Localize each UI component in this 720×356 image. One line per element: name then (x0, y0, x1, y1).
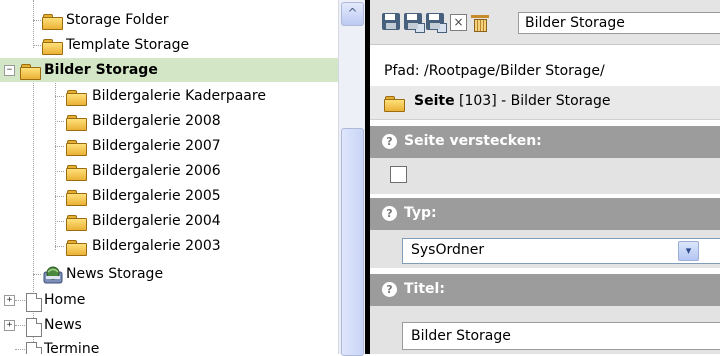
tree-item-label: Home (44, 292, 86, 308)
type-select[interactable]: SysOrdner ▾ (402, 238, 720, 264)
expand-toggle-icon[interactable]: + (4, 320, 15, 331)
tree-connector (55, 196, 64, 197)
folder-icon (66, 190, 87, 206)
section-label: Titel: (404, 281, 445, 297)
tree-connector (55, 96, 64, 97)
tree-connector (55, 221, 64, 222)
tree-item-label: Bildergalerie 2008 (92, 113, 221, 129)
tree-item-label: Bilder Storage (44, 62, 158, 78)
tree-item-bildergalerie-2003[interactable]: Bildergalerie 2003 (0, 234, 338, 258)
tree-item-label: Bildergalerie 2003 (92, 238, 221, 254)
tree-connector (33, 45, 41, 46)
section-title: ? Titel: (370, 274, 720, 306)
tree-connector (33, 274, 41, 275)
close-icon[interactable]: × (450, 14, 467, 31)
scroll-up-button[interactable]: ^ (341, 2, 364, 26)
tree-item-label: Bildergalerie 2005 (92, 188, 221, 204)
folder-icon (66, 240, 87, 256)
news-storage-icon (43, 266, 63, 284)
tree-item-label: Bildergalerie 2007 (92, 138, 221, 154)
folder-icon (20, 64, 41, 80)
title-input-value: Bilder Storage (411, 328, 511, 344)
scroll-thumb[interactable] (341, 128, 364, 356)
tree-item-storage-folder[interactable]: Storage Folder (0, 8, 338, 32)
tree-item-bildergalerie-2008[interactable]: Bildergalerie 2008 (0, 109, 338, 133)
tree-connector (55, 246, 64, 247)
section-hide-body (370, 158, 720, 194)
record-header: Seite [103] - Bilder Storage (370, 86, 720, 120)
help-icon[interactable]: ? (382, 282, 397, 297)
section-type: ? Typ: (370, 198, 720, 230)
save-and-view-icon[interactable] (404, 13, 425, 33)
tree-connector (33, 20, 41, 21)
section-title-body: Bilder Storage (370, 306, 720, 354)
save-and-close-icon[interactable] (426, 13, 447, 33)
tree-item-label: News (44, 317, 82, 333)
tree-item-news[interactable]: + News (0, 313, 338, 337)
tree-item-home[interactable]: + Home (0, 288, 338, 312)
tree-connector (55, 146, 64, 147)
tree-connector (15, 325, 25, 326)
tree-item-bildergalerie-kaderpaare[interactable]: Bildergalerie Kaderpaare (0, 84, 338, 108)
tree-connector (15, 349, 25, 350)
folder-icon (66, 90, 87, 106)
tree-item-bildergalerie-2005[interactable]: Bildergalerie 2005 (0, 184, 338, 208)
collapse-toggle-icon[interactable]: − (4, 65, 15, 76)
tree-item-bildergalerie-2006[interactable]: Bildergalerie 2006 (0, 159, 338, 183)
tree-item-label: News Storage (66, 266, 164, 282)
record-title: Seite [103] - Bilder Storage (414, 93, 611, 109)
tree-item-label: Bildergalerie 2004 (92, 213, 221, 229)
chevron-down-icon[interactable]: ▾ (678, 241, 699, 261)
tree-item-bildergalerie-2007[interactable]: Bildergalerie 2007 (0, 134, 338, 158)
record-type-label: Seite (414, 93, 455, 109)
folder-icon (42, 14, 63, 30)
tree-scrollbar[interactable]: ^ (338, 0, 365, 356)
folder-icon (66, 115, 87, 131)
edit-panel: × Bilder Storage Pfad: /Rootpage/Bilder … (370, 0, 720, 354)
tree-item-label: Bildergalerie 2006 (92, 163, 221, 179)
tree-item-label: Termine (44, 341, 100, 354)
tree-connector (55, 121, 64, 122)
folder-icon (66, 140, 87, 156)
folder-icon (66, 215, 87, 231)
tree-item-label: Storage Folder (66, 12, 169, 28)
section-type-body: SysOrdner ▾ (370, 230, 720, 268)
section-label: Seite verstecken: (404, 133, 542, 149)
record-id-title: [103] - Bilder Storage (454, 93, 611, 109)
page-icon (26, 293, 42, 312)
toolbar: × Bilder Storage (370, 0, 720, 45)
type-select-value: SysOrdner (411, 242, 485, 258)
expand-toggle-icon[interactable]: + (4, 295, 15, 306)
tree-connector (55, 171, 64, 172)
help-icon[interactable]: ? (382, 206, 397, 221)
delete-icon[interactable] (471, 13, 489, 32)
save-icon[interactable] (382, 13, 400, 30)
tree-item-template-storage[interactable]: Template Storage (0, 33, 338, 57)
tree-item-label: Template Storage (66, 37, 190, 53)
help-icon[interactable]: ? (382, 134, 397, 149)
path-bar: Pfad: /Rootpage/Bilder Storage/ (370, 45, 720, 85)
folder-icon (384, 96, 405, 112)
page-tree: Storage Folder Template Storage − Bilder… (0, 0, 338, 354)
folder-icon (42, 39, 63, 55)
tree-item-bildergalerie-2004[interactable]: Bildergalerie 2004 (0, 209, 338, 233)
folder-icon (66, 165, 87, 181)
tree-item-termine[interactable]: Termine (0, 337, 338, 354)
hide-page-checkbox[interactable] (390, 166, 407, 183)
page-icon (26, 342, 42, 354)
section-label: Typ: (404, 205, 437, 221)
tree-item-label: Bildergalerie Kaderpaare (92, 88, 266, 104)
title-input[interactable]: Bilder Storage (402, 322, 720, 350)
page-title-field[interactable]: Bilder Storage (518, 12, 720, 34)
tree-item-bilder-storage[interactable]: − Bilder Storage (0, 58, 338, 82)
path-text: Pfad: /Rootpage/Bilder Storage/ (384, 63, 605, 79)
page-icon (26, 318, 42, 337)
tree-connector (15, 300, 25, 301)
tree-item-news-storage[interactable]: News Storage (0, 262, 338, 286)
section-hide-page: ? Seite verstecken: (370, 126, 720, 158)
